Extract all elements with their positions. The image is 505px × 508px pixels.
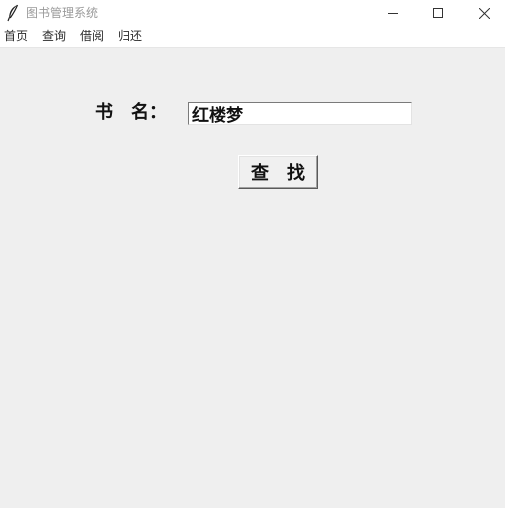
window-title: 图书管理系统 bbox=[26, 6, 99, 20]
minimize-icon bbox=[388, 8, 398, 18]
maximize-icon bbox=[433, 8, 443, 18]
menu-bar: 首页 查询 借阅 归还 bbox=[0, 26, 505, 48]
main-content: 书 名： 查 找 bbox=[0, 48, 505, 508]
feather-icon bbox=[6, 4, 20, 22]
book-name-label: 书 名： bbox=[95, 102, 167, 123]
maximize-button[interactable] bbox=[415, 0, 461, 26]
menu-item-home[interactable]: 首页 bbox=[4, 29, 28, 44]
minimize-button[interactable] bbox=[370, 0, 416, 26]
book-name-input[interactable] bbox=[188, 102, 412, 125]
title-bar[interactable]: 图书管理系统 bbox=[0, 0, 505, 26]
menu-item-borrow[interactable]: 借阅 bbox=[80, 29, 104, 44]
app-window: 图书管理系统 首页 查询 借阅 归还 书 名： 查 找 bbox=[0, 0, 505, 508]
menu-item-return[interactable]: 归还 bbox=[118, 29, 142, 44]
close-icon bbox=[478, 7, 490, 19]
close-button[interactable] bbox=[461, 0, 505, 26]
menu-item-query[interactable]: 查询 bbox=[42, 29, 66, 44]
search-button[interactable]: 查 找 bbox=[238, 155, 318, 189]
